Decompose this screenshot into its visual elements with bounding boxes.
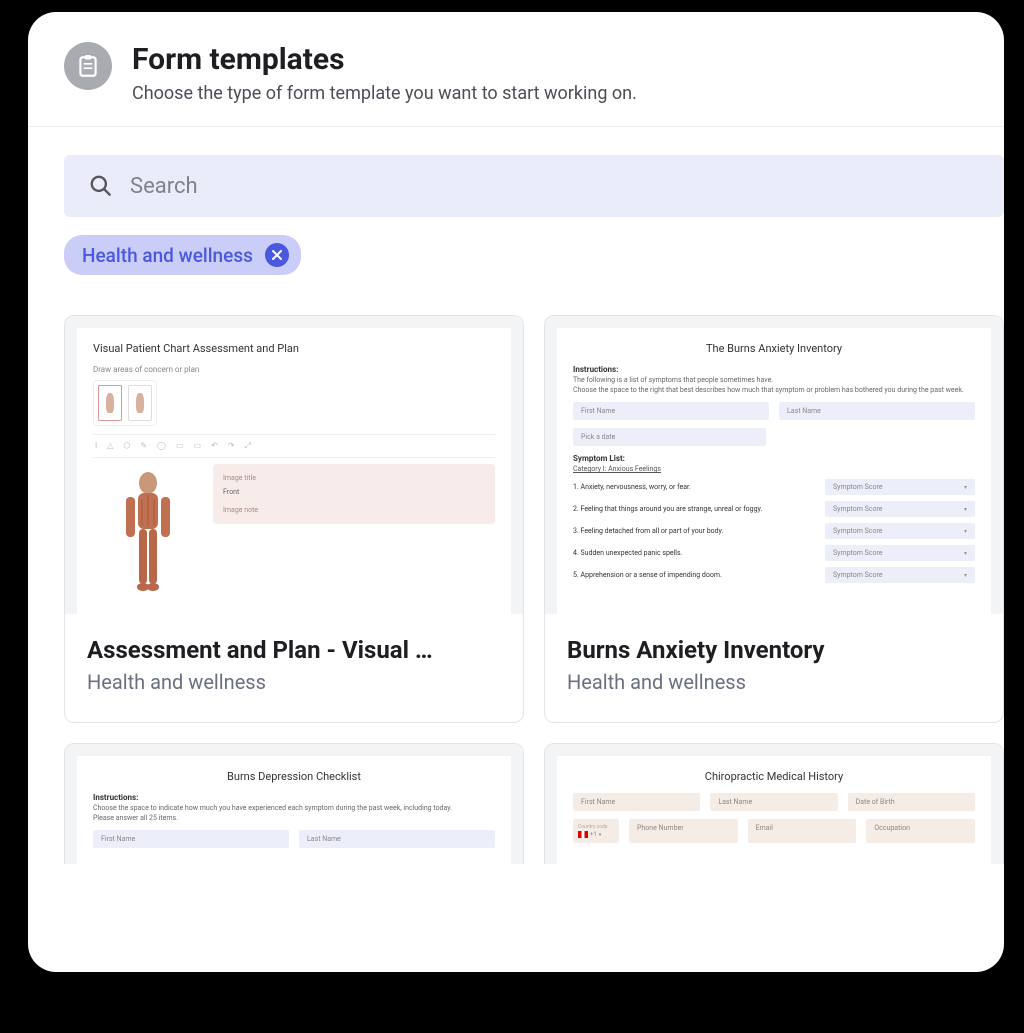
field-last-name: Last Name [710,793,837,811]
preview-content: Visual Patient Chart Assessment and Plan… [77,328,511,614]
score-select: Symptom Score [825,479,975,495]
field-email: Email [748,819,857,843]
card-category: Health and wellness [567,670,981,694]
template-card-assessment[interactable]: Visual Patient Chart Assessment and Plan… [64,315,524,723]
instructions-text: The following is a list of symptoms that… [573,376,975,384]
field-last-name: Last Name [779,402,975,420]
score-select: Symptom Score [825,523,975,539]
instructions-text: Choose the space to indicate how much yo… [93,804,495,812]
header-text: Form templates Choose the type of form t… [132,42,637,104]
note-label: Image title [223,474,485,482]
template-grid: Visual Patient Chart Assessment and Plan… [28,275,1004,864]
preview-title: Burns Depression Checklist [93,770,495,783]
instructions-label: Instructions: [573,365,975,374]
symptom-row: 4. Sudden unexpected panic spells.Sympto… [573,545,975,561]
field-first-name: First Name [93,830,289,848]
section-heading: Symptom List: [573,454,975,463]
card-title: Assessment and Plan - Visual … [87,636,501,664]
filter-chip-health[interactable]: Health and wellness [64,235,301,275]
card-preview: The Burns Anxiety Inventory Instructions… [545,316,1003,614]
thumbnail-front [98,385,122,421]
note-value: Front [223,488,485,496]
field-last-name: Last Name [299,830,495,848]
anatomy-figure [93,464,203,614]
symptom-row: 3. Feeling detached from all or part of … [573,523,975,539]
preview-title: The Burns Anxiety Inventory [573,342,975,355]
page-subtitle: Choose the type of form template you wan… [132,83,637,104]
search-placeholder: Search [130,174,198,199]
filter-chips: Health and wellness [28,217,1004,275]
preview-subhead: Draw areas of concern or plan [93,365,495,374]
field-date: Pick a date [573,428,766,446]
preview-content: The Burns Anxiety Inventory Instructions… [557,328,991,614]
field-occupation: Occupation [866,819,975,843]
instructions-text: Choose the space to the right that best … [573,386,975,394]
thumbnail-back [128,385,152,421]
field-phone: Phone Number [629,819,738,843]
preview-content: Burns Depression Checklist Instructions:… [77,756,511,864]
preview-note-panel: Image title Front Image note [213,464,495,524]
preview-thumbnails [93,380,157,426]
preview-heading: Visual Patient Chart Assessment and Plan [93,342,495,355]
search-input[interactable]: Search [64,155,1004,217]
card-title: Burns Anxiety Inventory [567,636,981,664]
flag-icon [578,831,588,838]
card-preview: Chiropractic Medical History First Name … [545,744,1003,864]
preview-content: Chiropractic Medical History First Name … [557,756,991,864]
field-row: Pick a date [573,428,975,446]
score-select: Symptom Score [825,567,975,583]
chip-remove-icon[interactable] [265,243,289,267]
card-footer: Assessment and Plan - Visual … Health an… [65,614,523,722]
symptom-row: 5. Apprehension or a sense of impending … [573,567,975,583]
card-category: Health and wellness [87,670,501,694]
search-icon [88,173,114,199]
template-card-chiropractic[interactable]: Chiropractic Medical History First Name … [544,743,1004,864]
note-label-2: Image note [223,506,485,514]
score-select: Symptom Score [825,501,975,517]
preview-title: Chiropractic Medical History [573,770,975,783]
symptom-row: 1. Anxiety, nervousness, worry, or fear.… [573,479,975,495]
template-card-burns-depression[interactable]: Burns Depression Checklist Instructions:… [64,743,524,864]
field-row: First Name Last Name [93,830,495,848]
header: Form templates Choose the type of form t… [28,12,1004,127]
preview-toolbar: I△⬡✎◯▭▭↶↷⤢ [93,434,495,458]
field-row: First Name Last Name Date of Birth [573,793,975,811]
field-first-name: First Name [573,793,700,811]
field-row: Country code +1▾ Phone Number Email Occu… [573,819,975,843]
field-dob: Date of Birth [848,793,975,811]
card-footer: Burns Anxiety Inventory Health and welln… [545,614,1003,722]
chip-label: Health and wellness [82,244,253,267]
field-first-name: First Name [573,402,769,420]
page-title: Form templates [132,42,637,77]
template-card-burns-anxiety[interactable]: The Burns Anxiety Inventory Instructions… [544,315,1004,723]
field-row: First Name Last Name [573,402,975,420]
preview-body: Image title Front Image note [93,464,495,614]
instructions-text: Please answer all 25 items. [93,814,495,822]
category-heading: Category I: Anxious Feelings [573,465,975,473]
card-preview: Visual Patient Chart Assessment and Plan… [65,316,523,614]
symptom-row: 2. Feeling that things around you are st… [573,501,975,517]
field-country-code: Country code +1▾ [573,819,619,843]
clipboard-icon [64,42,112,90]
card-preview: Burns Depression Checklist Instructions:… [65,744,523,864]
window: Form templates Choose the type of form t… [28,12,1004,972]
instructions-label: Instructions: [93,793,495,802]
score-select: Symptom Score [825,545,975,561]
